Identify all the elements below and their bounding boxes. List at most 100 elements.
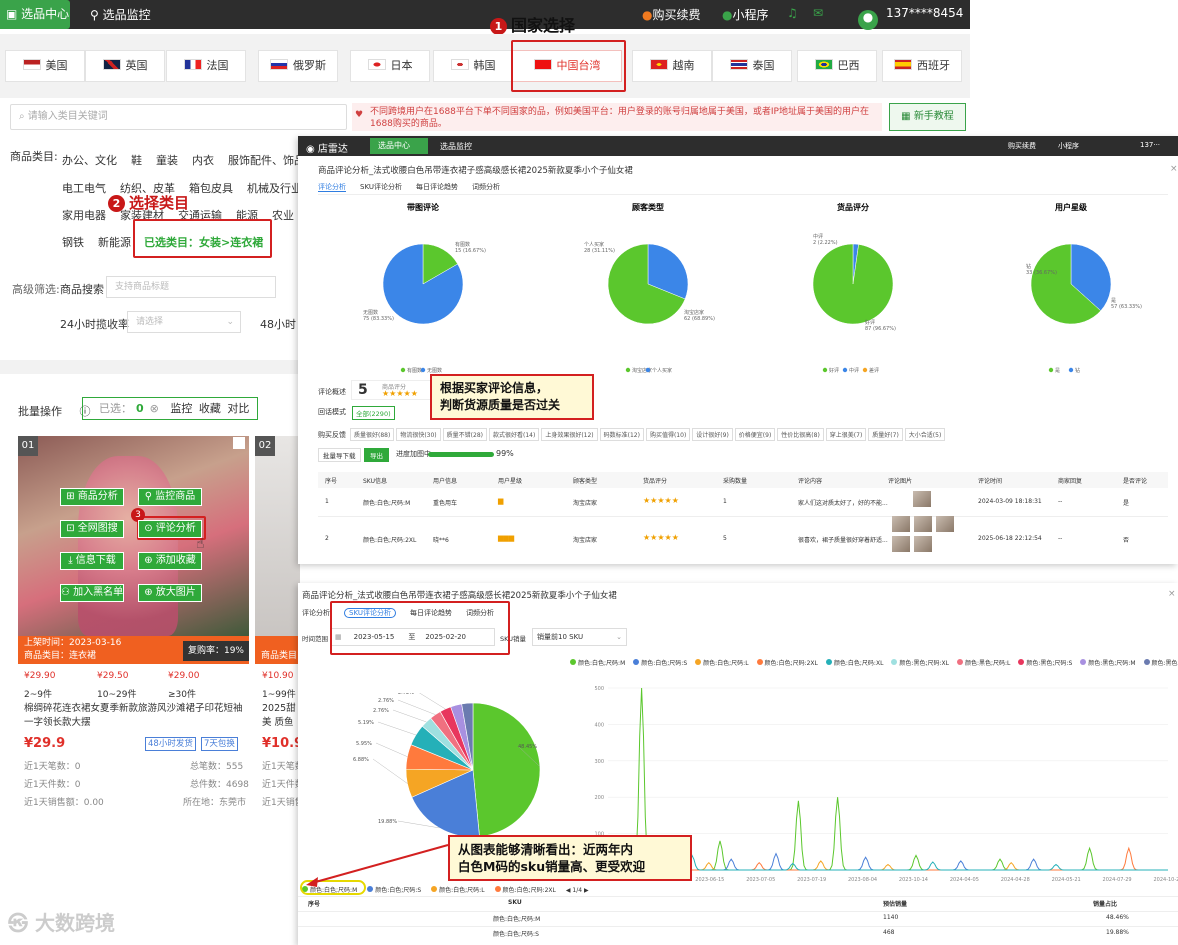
category-item[interactable]: 鞋	[131, 154, 142, 167]
keyword-chip[interactable]: 上身效果很好(12)	[541, 428, 598, 441]
country-tab-7[interactable]: 越南	[632, 50, 712, 82]
legend-item[interactable]: 颜色:黑色;尺码:M	[1080, 659, 1136, 667]
card-action-2[interactable]: ⊡ 全网图搜	[60, 520, 124, 538]
product-center-tab[interactable]: ▣ 选品中心	[0, 0, 70, 29]
category-item[interactable]: 电工电气	[62, 182, 106, 195]
pie-slice[interactable]	[812, 243, 894, 325]
mini-program-link[interactable]: 小程序	[1058, 141, 1079, 151]
keyword-chip[interactable]: 质量不错(28)	[442, 428, 487, 441]
tab-0[interactable]: 评论分析	[302, 609, 330, 617]
country-tab-5[interactable]: 韩国	[433, 50, 513, 82]
keyword-chip[interactable]: 质量很好(88)	[350, 428, 395, 441]
buy-renew-link[interactable]: 购买续费	[1008, 141, 1036, 151]
user-account[interactable]: 137···	[1140, 141, 1160, 149]
country-tab-4[interactable]: 日本	[350, 50, 430, 82]
product-image[interactable]	[18, 436, 249, 636]
batch-collect-button[interactable]: 收藏	[199, 402, 221, 415]
keyword-chip[interactable]: 穿上很美(7)	[825, 428, 867, 441]
country-tab-8[interactable]: 泰国	[712, 50, 792, 82]
card-action-5[interactable]: ⊕ 添加收藏	[138, 552, 202, 570]
product-title[interactable]: 棉绸碎花连衣裙女夏季新款旅游风沙滩裙子印花短袖一字领长款大摆	[24, 702, 246, 730]
legend-item[interactable]: 颜色:白色;尺码:S	[633, 659, 687, 667]
card-action-0[interactable]: ⊞ 商品分析	[60, 488, 124, 506]
keyword-chip[interactable]: 购买值得(10)	[645, 428, 691, 441]
product-monitor-tab[interactable]: 选品监控	[440, 141, 472, 152]
batch-compare-button[interactable]: 对比	[227, 402, 249, 415]
tab-2[interactable]: 每日评论趋势	[416, 183, 458, 191]
clear-icon[interactable]: ⊗	[150, 402, 159, 415]
legend-item[interactable]: 颜色:黑色;尺码:XL	[891, 659, 949, 667]
tutorial-button[interactable]: ▦ 新手教程	[889, 103, 966, 131]
export-button[interactable]: 批量导下载	[318, 448, 361, 462]
country-tab-2[interactable]: 法国	[166, 50, 246, 82]
keyword-chip[interactable]: 物流很快(30)	[396, 428, 441, 441]
series-line[interactable]	[608, 687, 1168, 871]
legend-item[interactable]: 颜色:黑色;尺码:L	[956, 659, 1010, 667]
legend-item[interactable]: 颜色:白色;尺码:XL	[825, 659, 883, 667]
product-monitor-tab[interactable]: ⚲ 选品监控	[90, 6, 151, 23]
legend-item[interactable]: 颜色:白色;尺码:2XL	[494, 886, 556, 894]
product-search-input[interactable]: 支持商品标题	[106, 276, 276, 298]
tab-1[interactable]: SKU评论分析	[360, 183, 402, 191]
buy-renew-link[interactable]: ●购买续费	[642, 6, 701, 23]
legend-item[interactable]: 颜色:白色;尺码:2XL	[756, 659, 818, 667]
keyword-chip[interactable]: 设计很好(9)	[692, 428, 733, 441]
category-item[interactable]: 钢铁	[62, 236, 84, 249]
tab-0[interactable]: 评论分析	[318, 183, 346, 192]
download-button[interactable]: 导出	[364, 448, 389, 462]
user-account[interactable]: ● 137****8454	[858, 6, 963, 30]
category-item[interactable]: 童装	[156, 154, 178, 167]
card-action-7[interactable]: ⊕ 放大图片	[138, 584, 202, 602]
keyword-chip[interactable]: 码数标准(12)	[599, 428, 644, 441]
card-action-1[interactable]: ⚲ 监控商品	[138, 488, 202, 506]
legend-item[interactable]: 颜色:黑色;尺码:2XL	[1143, 659, 1178, 667]
search-input[interactable]: ⌕ 请输入类目关键词	[10, 104, 347, 130]
keyword-chip[interactable]: 款式很好看(14)	[488, 428, 540, 441]
category-item[interactable]: 家用电器	[62, 209, 106, 222]
mini-program-link[interactable]: ●小程序	[722, 6, 769, 23]
legend-item[interactable]: 颜色:白色;尺码:L	[695, 659, 749, 667]
close-icon[interactable]: ×	[1170, 164, 1178, 174]
sku-select[interactable]: 销量前10 SKU ⌄	[532, 628, 627, 646]
comment-image-thumb[interactable]	[936, 516, 954, 532]
batch-monitor-button[interactable]: 监控	[170, 402, 192, 415]
card-action-3[interactable]: ⊙ 评论分析	[138, 520, 202, 538]
message-icon[interactable]: ✉	[813, 6, 823, 20]
country-tab-3[interactable]: 俄罗斯	[258, 50, 338, 82]
legend-item[interactable]: 颜色:黑色;尺码:S	[1018, 659, 1072, 667]
product-image[interactable]	[255, 436, 300, 636]
category-item[interactable]: 箱包皮具	[189, 182, 233, 195]
card-action-4[interactable]: ⤓ 信息下载	[60, 552, 124, 570]
comment-image-thumb[interactable]	[913, 491, 931, 507]
comment-image-thumb[interactable]	[892, 516, 910, 532]
keyword-chip[interactable]: 大小合适(5)	[904, 428, 946, 441]
country-tab-1[interactable]: 英国	[85, 50, 165, 82]
close-icon[interactable]: ×	[1168, 589, 1176, 599]
card-checkbox[interactable]	[233, 437, 245, 449]
keyword-chip[interactable]: 性价比很高(8)	[777, 428, 824, 441]
product-center-tab[interactable]: 选品中心	[370, 138, 428, 154]
category-item[interactable]: 服饰配件、饰品	[228, 154, 305, 167]
keyword-chip[interactable]: 质量好(7)	[868, 428, 903, 441]
card-action-6[interactable]: ⚇ 加入黑名单	[60, 584, 124, 602]
category-item[interactable]: 内衣	[192, 154, 214, 167]
sku-pie-slice[interactable]	[472, 702, 541, 838]
filter-all-chip[interactable]: 全部(2290)	[352, 406, 395, 420]
tab-3[interactable]: 词频分析	[472, 183, 500, 191]
comment-image-thumb[interactable]	[914, 536, 932, 552]
series-line[interactable]	[608, 846, 1168, 871]
keyword-chip[interactable]: 价格便宜(9)	[734, 428, 776, 441]
comment-image-thumb[interactable]	[892, 536, 910, 552]
country-tab-9[interactable]: 巴西	[797, 50, 877, 82]
country-tab-10[interactable]: 西班牙	[882, 50, 962, 82]
country-tab-0[interactable]: 美国	[5, 50, 85, 82]
comment-image-thumb[interactable]	[914, 516, 932, 532]
category-item[interactable]: 农业	[272, 209, 294, 222]
support-icon[interactable]: ♫	[787, 6, 798, 20]
pickup-rate-select[interactable]: 请选择 ⌄	[127, 311, 241, 333]
category-item[interactable]: 新能源	[98, 236, 131, 249]
legend-item[interactable]: 颜色:白色;尺码:M	[570, 659, 625, 667]
product-title[interactable]: 2025甜美 质鱼尾包	[262, 702, 300, 730]
category-item[interactable]: 办公、文化	[62, 154, 117, 167]
legend-pager[interactable]: ◀ 1/4 ▶	[566, 887, 589, 894]
